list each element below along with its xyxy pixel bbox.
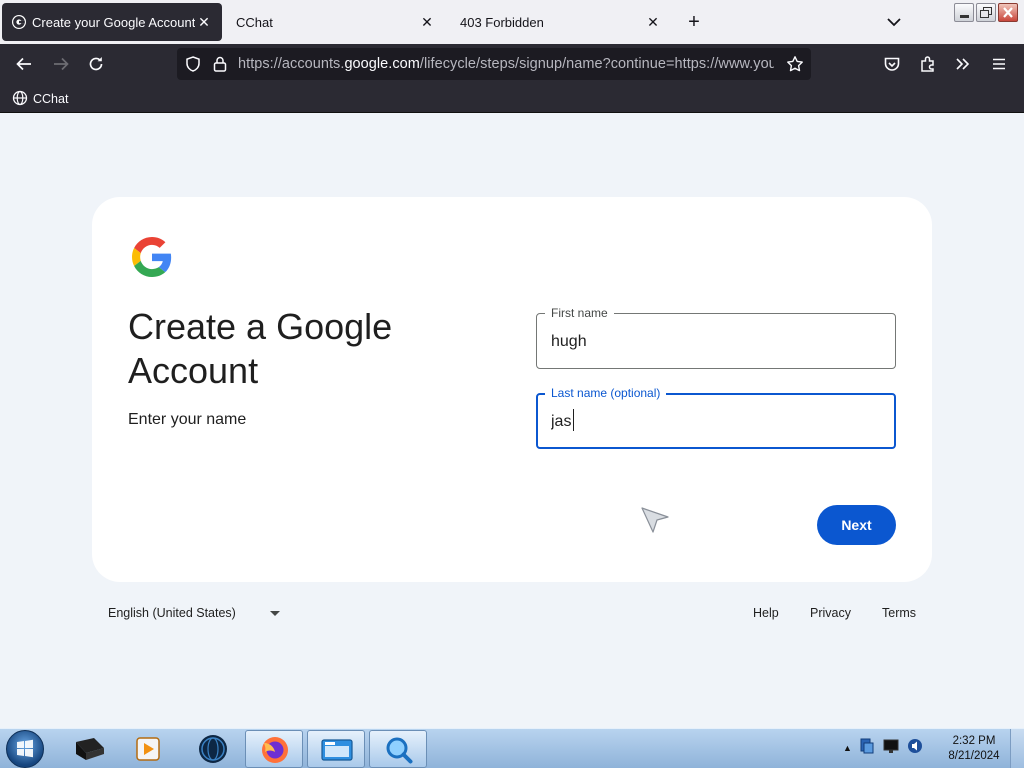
url-bar[interactable]: https://accounts.google.com/lifecycle/st…	[177, 48, 811, 80]
tab-title: 403 Forbidden	[460, 14, 544, 30]
extensions-puzzle-icon[interactable]	[918, 54, 938, 74]
tab-title: CChat	[236, 14, 273, 30]
clock-date: 8/21/2024	[948, 750, 1000, 762]
google-logo-icon	[132, 237, 172, 277]
tab-title: Create your Google Account	[32, 14, 196, 30]
bookmark-star-icon[interactable]	[786, 55, 804, 73]
privacy-link[interactable]: Privacy	[810, 606, 851, 620]
navigation-toolbar: https://accounts.google.com/lifecycle/st…	[0, 44, 1024, 84]
bookmark-cchat[interactable]: CChat	[12, 90, 68, 108]
page-content: Create a Google Account Enter your name …	[0, 113, 1024, 728]
back-arrow-icon[interactable]	[14, 54, 34, 74]
show-desktop-button[interactable]	[1010, 729, 1024, 768]
display-icon[interactable]	[882, 737, 900, 760]
last-name-field[interactable]: Last name (optional)	[536, 385, 896, 449]
url-path: /lifecycle/steps/signup/name?continue=ht…	[419, 56, 774, 72]
system-clock[interactable]: 2:32 PM 8/21/2024	[944, 734, 1004, 764]
tracking-protection-shield-icon[interactable]	[184, 55, 202, 73]
globe-icon	[12, 90, 28, 109]
tab-strip: Create your Google Account ✕ CChat ✕ 403…	[0, 0, 1024, 44]
firefox-taskbar-icon[interactable]	[245, 730, 303, 768]
language-label: English (United States)	[108, 606, 236, 620]
reload-icon[interactable]	[86, 54, 106, 74]
clock-time: 2:32 PM	[952, 735, 996, 747]
system-tray: ▲	[843, 737, 924, 759]
window-controls	[954, 3, 1018, 22]
window-app-icon[interactable]	[307, 730, 365, 768]
volume-icon[interactable]	[906, 737, 924, 760]
windows-taskbar: ▲ 2:32 PM 8/21/2024	[0, 728, 1024, 768]
bookmarks-toolbar: CChat	[0, 84, 1024, 113]
page-subtitle: Enter your name	[128, 411, 247, 428]
terminal-app-icon[interactable]	[62, 730, 120, 768]
last-name-input[interactable]	[551, 410, 871, 434]
language-selector[interactable]: English (United States)	[108, 606, 280, 620]
help-link[interactable]: Help	[753, 606, 779, 620]
terms-link[interactable]: Terms	[882, 606, 916, 620]
next-button[interactable]: Next	[817, 505, 896, 545]
bookmark-label: CChat	[33, 92, 69, 106]
hamburger-menu-icon[interactable]	[989, 54, 1009, 74]
url-text[interactable]: https://accounts.google.com/lifecycle/st…	[238, 56, 774, 72]
forward-arrow-icon[interactable]	[51, 54, 71, 74]
restore-icon[interactable]	[976, 3, 996, 22]
first-name-label: First name	[545, 305, 614, 321]
url-prefix: https://accounts.	[238, 56, 345, 72]
tab-cchat[interactable]: CChat ✕	[225, 3, 445, 41]
url-host: google.com	[344, 56, 420, 72]
tab-close-icon[interactable]: ✕	[419, 14, 435, 30]
new-tab-plus-icon[interactable]: +	[684, 12, 704, 32]
page-title: Create a Google Account	[128, 306, 393, 391]
tab-close-icon[interactable]: ✕	[196, 14, 212, 30]
more-tools-chevrons-icon[interactable]	[953, 54, 973, 74]
first-name-field[interactable]: First name	[536, 305, 896, 369]
google-favicon-icon	[12, 15, 26, 29]
signup-card: Create a Google Account Enter your name …	[92, 197, 932, 582]
text-caret	[573, 409, 574, 431]
show-hidden-icons-icon[interactable]: ▲	[843, 743, 852, 753]
tab-create-google-account[interactable]: Create your Google Account ✕	[2, 3, 222, 41]
minimize-icon[interactable]	[954, 3, 974, 22]
dropdown-arrow-icon	[269, 610, 280, 616]
tab-close-icon[interactable]: ✕	[645, 14, 661, 30]
network-icon[interactable]	[858, 737, 876, 760]
pocket-icon[interactable]	[882, 54, 902, 74]
mouse-pointer-icon	[640, 506, 670, 536]
tab-403-forbidden[interactable]: 403 Forbidden ✕	[449, 3, 671, 41]
last-name-label: Last name (optional)	[545, 385, 667, 401]
list-all-tabs-chevron-icon[interactable]	[884, 12, 904, 32]
media-player-icon[interactable]	[120, 730, 178, 768]
first-name-input[interactable]	[551, 330, 871, 354]
globe-app-icon[interactable]	[184, 730, 242, 768]
magnifier-app-icon[interactable]	[369, 730, 427, 768]
close-window-icon[interactable]	[998, 3, 1018, 22]
start-menu-icon[interactable]	[6, 730, 44, 768]
lock-icon[interactable]	[211, 55, 229, 73]
